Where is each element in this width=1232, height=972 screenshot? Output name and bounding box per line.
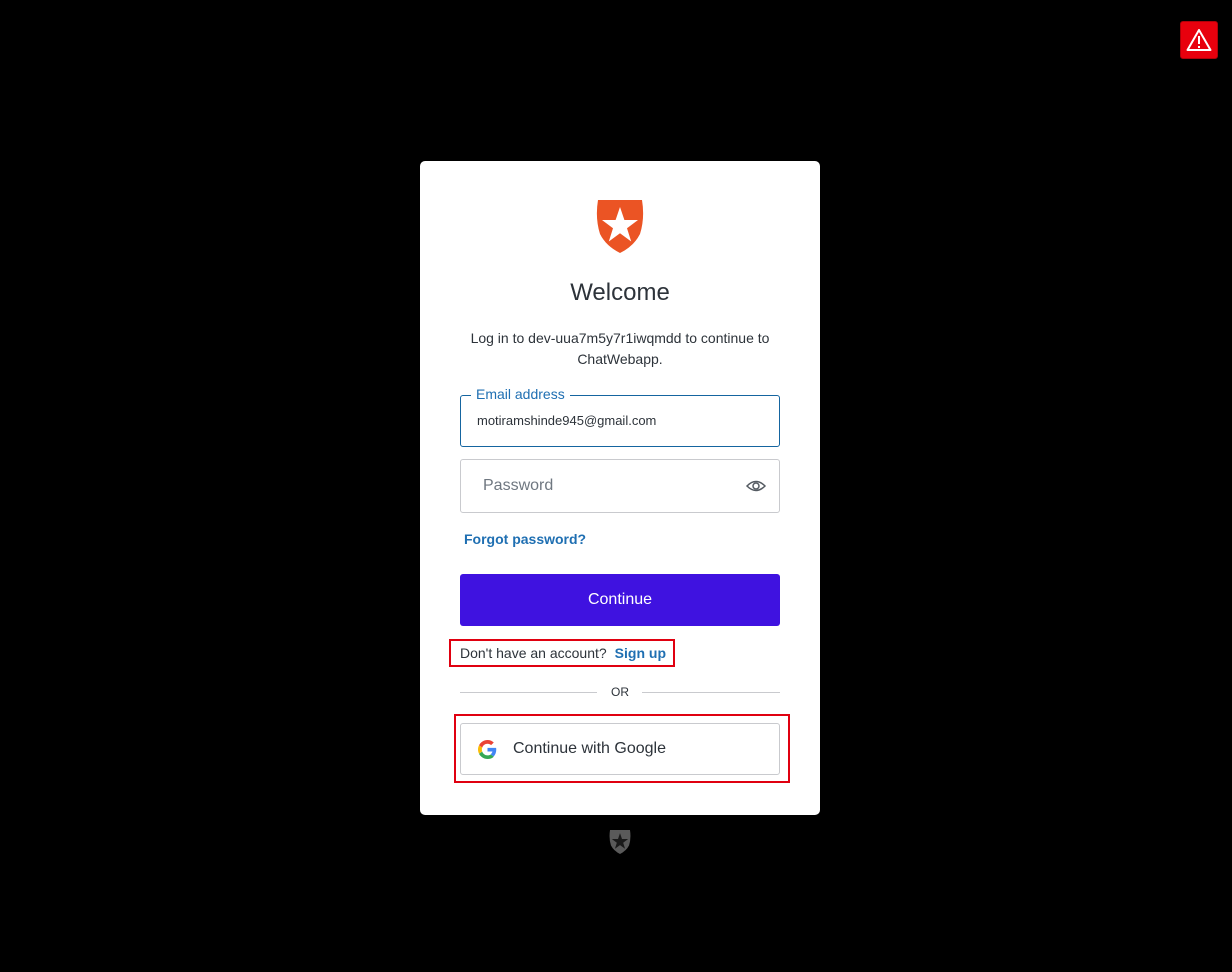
signup-link[interactable]: Sign up <box>615 645 666 661</box>
signup-prompt: Don't have an account? <box>460 645 607 661</box>
email-field[interactable]: Email address motiramshinde945@gmail.com <box>460 385 780 447</box>
eye-icon[interactable] <box>745 477 767 495</box>
shield-star-icon <box>596 200 644 253</box>
forgot-password-link[interactable]: Forgot password? <box>464 531 586 547</box>
email-label: Email address <box>471 385 570 403</box>
or-divider: OR <box>460 685 780 701</box>
password-field[interactable]: Password <box>460 459 780 513</box>
divider-line-right <box>642 692 780 693</box>
warning-triangle-icon <box>1186 29 1212 51</box>
continue-button[interactable]: Continue <box>460 574 780 626</box>
warning-button[interactable] <box>1180 21 1218 59</box>
email-value[interactable]: motiramshinde945@gmail.com <box>477 413 656 428</box>
password-placeholder: Password <box>483 477 554 494</box>
login-page: Welcome Log in to dev-uua7m5y7r1iwqmdd t… <box>0 0 1232 972</box>
login-card: Welcome Log in to dev-uua7m5y7r1iwqmdd t… <box>420 161 820 815</box>
page-title: Welcome <box>570 279 670 306</box>
google-icon <box>478 740 497 759</box>
continue-with-google-button[interactable]: Continue with Google <box>460 723 780 775</box>
login-subtitle: Log in to dev-uua7m5y7r1iwqmdd to contin… <box>470 330 770 367</box>
google-button-label: Continue with Google <box>513 740 666 757</box>
footer-shield-star-icon <box>609 830 631 854</box>
signup-row: Don't have an account? Sign up <box>449 639 675 667</box>
